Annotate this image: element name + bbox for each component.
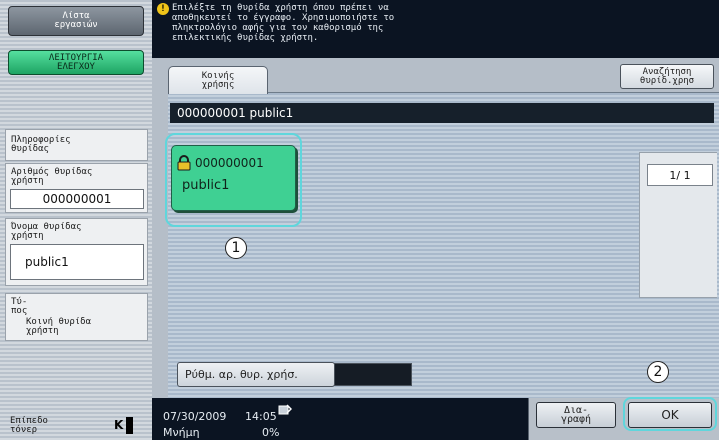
delete-button[interactable]: Δια- γραφή bbox=[536, 402, 616, 428]
memory-label: Μνήμη bbox=[163, 426, 200, 439]
instruction-message: Επιλέξτε τη θυρίδα χρήστη όπου πρέπει να… bbox=[152, 0, 719, 58]
box-number-value: 000000001 bbox=[10, 189, 144, 209]
memory-value: 0% bbox=[262, 426, 280, 439]
box-info-heading: Πληροφορίες θυρίδας bbox=[11, 135, 71, 154]
search-user-box-button[interactable]: Αναζήτηση θυρίδ.χρησ bbox=[620, 64, 714, 89]
box-number-label: Αριθμός θυρίδας χρήστη bbox=[11, 167, 93, 186]
page-indicator: 1/ 1 bbox=[647, 164, 713, 186]
info-icon: ! bbox=[157, 3, 169, 15]
ok-button[interactable]: OK bbox=[628, 402, 712, 428]
box-type-panel: Τύ- πος Κοινή θυρίδα χρήστη bbox=[5, 293, 148, 341]
set-box-number-button[interactable]: Ρύθμ. αρ. θυρ. χρήσ. bbox=[177, 362, 335, 387]
box-number-field bbox=[334, 363, 412, 386]
job-list-button[interactable]: Λίστα εργασιών bbox=[8, 6, 144, 36]
box-name-value: public1 bbox=[10, 244, 144, 280]
toner-color-letter: K bbox=[114, 418, 124, 432]
box-number-panel: Αριθμός θυρίδας χρήστη 000000001 bbox=[5, 163, 148, 213]
box-type-value: Κοινή θυρίδα χρήστη bbox=[26, 317, 92, 336]
box-tile-number: 000000001 bbox=[195, 156, 264, 170]
callout-1: 1 bbox=[225, 237, 247, 259]
box-name-panel: Όνομα θυρίδας χρήστη public1 bbox=[5, 218, 148, 286]
network-status-icon bbox=[278, 404, 292, 415]
box-type-label: Τύ- πος bbox=[11, 297, 28, 316]
check-job-button[interactable]: ΛΕΙΤΟΥΡΓΙΑ ΕΛΕΓΧΟΥ bbox=[8, 50, 144, 75]
toner-level-bar bbox=[126, 416, 134, 434]
lock-icon bbox=[177, 155, 191, 171]
box-info-heading-panel: Πληροφορίες θυρίδας bbox=[5, 129, 148, 161]
selected-box-title: 000000001 public1 bbox=[170, 103, 714, 123]
box-name-label: Όνομα θυρίδας χρήστη bbox=[11, 222, 82, 241]
date-display: 07/30/2009 bbox=[163, 410, 227, 423]
toner-indicator: K bbox=[114, 416, 140, 434]
toner-level-label: Επίπεδο τόνερ bbox=[10, 416, 48, 435]
time-display: 14:05 bbox=[245, 410, 277, 423]
callout-2: 2 bbox=[647, 361, 669, 383]
box-tile-name: public1 bbox=[182, 178, 230, 193]
tab-public[interactable]: Κοινής χρήσης bbox=[168, 66, 268, 94]
